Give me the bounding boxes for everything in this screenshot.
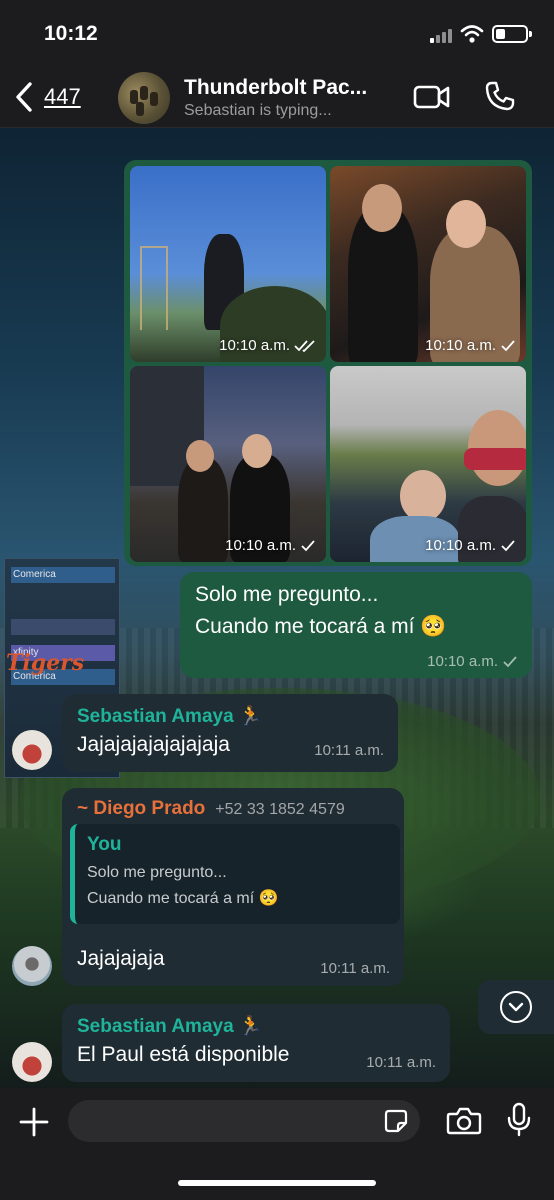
photo-album-message[interactable]: 10:10 a.m. 10:10 a.m. 10:10 a.m. 10:10 a… (124, 160, 532, 566)
message-input-wrapper[interactable] (68, 1100, 420, 1142)
phone-icon[interactable] (484, 80, 516, 112)
quote-text-line: Cuando me tocará a mí 🥺 (87, 890, 279, 907)
message-text-line: Solo me pregunto... (195, 583, 379, 606)
sender-name[interactable]: ~ Diego Prado +52 33 1852 4579 (77, 798, 345, 820)
incoming-message[interactable]: Sebastian Amaya 🏃 El Paul está disponibl… (62, 1004, 450, 1082)
status-time: 10:12 (44, 22, 98, 45)
message-meta: 10:10 a.m. (427, 653, 518, 670)
message-text: Jajajajaja (77, 947, 165, 970)
message-text: El Paul está disponible (77, 1043, 290, 1066)
wifi-icon (460, 25, 484, 43)
video-call-icon[interactable] (412, 82, 452, 112)
message-time: 10:11 a.m. (320, 960, 390, 977)
message-input[interactable] (84, 1100, 374, 1142)
check-icon (501, 339, 515, 351)
chat-header: 447 Thunderbolt Pac... Sebastian is typi… (0, 66, 554, 128)
quote-text-line: Solo me pregunto... (87, 864, 227, 881)
photo-timestamp: 10:10 a.m. (425, 337, 516, 354)
album-photo[interactable]: 10:10 a.m. (330, 366, 526, 562)
typing-status: Sebastian is typing... (184, 102, 332, 119)
avatar[interactable] (12, 946, 52, 986)
check-icon (301, 539, 315, 551)
home-indicator (178, 1180, 376, 1186)
wallpaper-sign: Tigers (6, 650, 85, 676)
group-avatar[interactable] (118, 72, 170, 124)
board-label: Comerica (13, 569, 56, 580)
quote-sender: You (87, 834, 122, 855)
composer-bar (0, 1088, 554, 1200)
sticker-icon[interactable] (384, 1109, 408, 1133)
scroll-to-bottom-button[interactable] (478, 980, 554, 1034)
battery-icon (492, 25, 532, 43)
photo-timestamp: 10:10 a.m. (425, 537, 516, 554)
incoming-reply-message[interactable]: ~ Diego Prado +52 33 1852 4579 You Solo m… (62, 788, 404, 986)
chevron-down-icon (500, 991, 532, 1023)
outgoing-message[interactable]: Solo me pregunto... Cuando me tocará a m… (180, 572, 532, 678)
photo-timestamp: 10:10 a.m. (225, 537, 316, 554)
sender-name[interactable]: Sebastian Amaya 🏃 (77, 1014, 263, 1038)
album-photo[interactable]: 10:10 a.m. (130, 366, 326, 562)
check-icon (501, 539, 515, 551)
avatar[interactable] (12, 730, 52, 770)
signal-icon (430, 27, 456, 43)
photo-timestamp: 10:10 a.m. (219, 337, 316, 354)
sender-phone: +52 33 1852 4579 (215, 801, 345, 818)
message-time: 10:11 a.m. (314, 742, 384, 759)
camera-icon[interactable] (446, 1106, 482, 1136)
unread-count: 447 (44, 84, 81, 109)
message-text-line: Cuando me tocará a mí 🥺 (195, 615, 447, 638)
chevron-left-icon (16, 82, 32, 112)
microphone-icon[interactable] (506, 1102, 532, 1138)
sender-name[interactable]: Sebastian Amaya 🏃 (77, 704, 263, 728)
incoming-message[interactable]: Sebastian Amaya 🏃 Jajajajajajajajaja 10:… (62, 694, 398, 772)
album-photo[interactable]: 10:10 a.m. (130, 166, 326, 362)
avatar[interactable] (12, 1042, 52, 1082)
status-bar: 10:12 (0, 0, 554, 66)
double-check-icon (294, 339, 315, 352)
back-button[interactable]: 447 (10, 80, 81, 114)
message-text: Jajajajajajajajaja (77, 733, 230, 756)
group-title[interactable]: Thunderbolt Pac... (184, 76, 398, 100)
message-time: 10:10 a.m. (427, 653, 498, 670)
album-photo[interactable]: 10:10 a.m. (330, 166, 526, 362)
quoted-message[interactable]: You Solo me pregunto... Cuando me tocará… (70, 824, 400, 924)
check-icon (503, 655, 517, 667)
plus-icon[interactable] (18, 1106, 50, 1138)
message-time: 10:11 a.m. (366, 1054, 436, 1071)
